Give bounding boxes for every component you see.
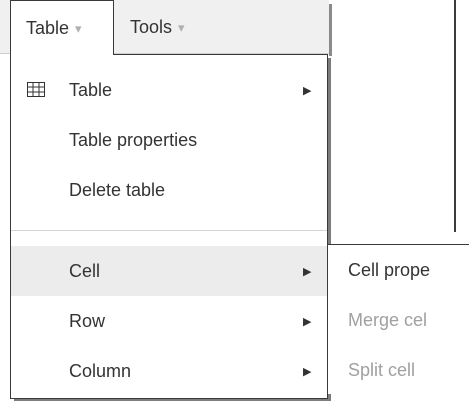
menu-item-label: Cell: [69, 260, 101, 281]
menu-item-label: Delete table: [69, 179, 166, 200]
menu-item-table-properties[interactable]: Table properties: [11, 115, 327, 165]
chevron-down-icon: ▾: [178, 20, 185, 35]
submenu-arrow-icon: ▶: [303, 315, 312, 328]
menu-separator: [11, 230, 327, 231]
submenu-item-split-cell: Split cell: [348, 359, 416, 380]
menu-item-column[interactable]: Column ▶: [11, 346, 327, 396]
editor-border: [454, 0, 456, 232]
menu-item-label: Table properties: [69, 129, 198, 150]
submenu-arrow-icon: ▶: [303, 84, 312, 97]
menu-item-row[interactable]: Row ▶: [11, 296, 327, 346]
chevron-down-icon: ▾: [75, 21, 82, 36]
table-grid-icon: [27, 82, 45, 97]
menu-table[interactable]: Table ▾: [10, 0, 114, 55]
menu-tools[interactable]: Tools ▾: [130, 0, 250, 54]
menu-item-table[interactable]: Table ▶: [11, 65, 327, 115]
submenu-arrow-icon: ▶: [303, 365, 312, 378]
menu-tools-label: Tools: [130, 16, 173, 37]
submenu-item-merge-cells: Merge cel: [348, 309, 428, 330]
menu-item-label: Column: [69, 360, 132, 381]
table-menu: Table ▶ Table properties Delete table Ce…: [10, 54, 328, 399]
menubar: Table ▾ Tools ▾: [0, 0, 329, 55]
menu-item-delete-table[interactable]: Delete table: [11, 165, 327, 215]
menu-item-label: Row: [69, 310, 106, 331]
menubar-shadow: [329, 4, 332, 56]
editor-window: Table ▾ Tools ▾ Table ▶ Table properties: [0, 0, 469, 405]
submenu-item-cell-properties[interactable]: Cell prope: [328, 245, 469, 295]
menu-item-cell[interactable]: Cell ▶: [11, 246, 327, 296]
cell-submenu: Cell prope Merge cel Split cell: [328, 244, 469, 394]
menu-item-label: Table: [69, 79, 113, 100]
menu-table-label: Table: [26, 17, 70, 38]
submenu-arrow-icon: ▶: [303, 265, 312, 278]
